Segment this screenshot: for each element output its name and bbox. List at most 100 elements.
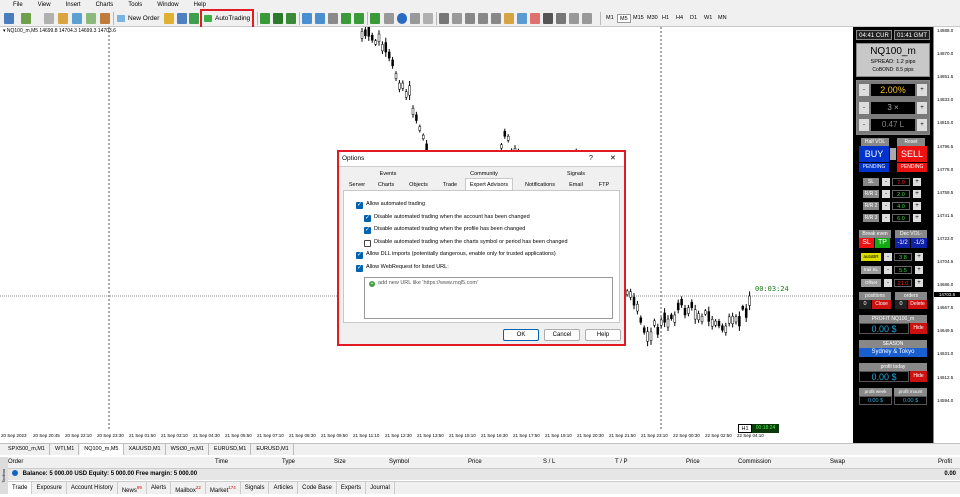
market-icon[interactable]	[164, 13, 174, 24]
dialog-tab[interactable]: Community	[459, 171, 509, 177]
column-header[interactable]: S / L	[543, 459, 555, 465]
terminal-tab-alerts[interactable]: Alerts	[147, 482, 172, 494]
periods-dropdown-icon[interactable]	[410, 13, 420, 24]
url-placeholder[interactable]: add new URL like 'https://www.mql5.com'	[378, 280, 478, 286]
offset-value[interactable]: 21.0	[894, 279, 912, 287]
toolbox-sidebar[interactable]: Toolbox	[0, 457, 8, 494]
autobr-minus[interactable]: -	[884, 253, 892, 261]
menu-file[interactable]: File	[13, 2, 23, 8]
vertical-line-icon[interactable]	[465, 13, 475, 24]
dialog-tab[interactable]: Server	[343, 180, 371, 190]
column-header[interactable]: Time	[215, 459, 228, 465]
menu-view[interactable]: View	[38, 2, 51, 8]
trailsl-minus[interactable]: -	[884, 266, 892, 274]
sl-minus[interactable]: -	[882, 178, 890, 186]
tf-w1[interactable]: W1	[702, 14, 714, 23]
risk-value[interactable]: 2.00%	[871, 84, 915, 96]
offset-plus[interactable]: +	[915, 279, 923, 287]
dialog-tab[interactable]: Email	[563, 180, 589, 190]
tf-m5[interactable]: M5	[617, 14, 631, 23]
column-header[interactable]: Order	[8, 459, 23, 465]
pending-sell-button[interactable]: PENDING	[897, 163, 927, 172]
symbol-tab[interactable]: WSt30_m,M1	[167, 444, 209, 455]
buy-button[interactable]: BUY	[859, 146, 889, 162]
trailsl-toggle[interactable]: trail SL	[861, 266, 881, 274]
tf-m30[interactable]: M30	[645, 14, 660, 23]
rr2-value[interactable]: 4.0	[892, 202, 910, 210]
symbol-tab[interactable]: SPX500_m,M1	[4, 444, 50, 455]
rr1-minus[interactable]: -	[882, 190, 890, 198]
terminal-tab-trade[interactable]: Trade	[8, 482, 33, 494]
be-tp-button[interactable]: TP	[875, 238, 890, 248]
terminal-tab-code-base[interactable]: Code Base	[298, 482, 337, 494]
be-sl-button[interactable]: SL	[859, 238, 874, 248]
option-checkbox[interactable]	[356, 251, 363, 259]
chart-shift-icon[interactable]	[354, 13, 364, 24]
risk-plus[interactable]: +	[917, 84, 927, 96]
symbol-tab[interactable]: NQ100_m,M5	[80, 444, 124, 455]
terminal-tab-market[interactable]: Market174	[206, 482, 241, 494]
fibonacci-icon[interactable]	[517, 13, 527, 24]
risk-minus[interactable]: -	[859, 84, 869, 96]
help-button[interactable]: Help	[585, 329, 621, 341]
hide-profit-button[interactable]: Hide	[910, 323, 927, 334]
tf-m1[interactable]: M1	[604, 14, 616, 23]
delete-orders-button[interactable]: Delete	[908, 300, 927, 309]
ok-button[interactable]: OK	[503, 329, 539, 341]
reset-button[interactable]: Reset	[897, 138, 925, 146]
symbol-tab[interactable]: XAUUSD,M1	[125, 444, 166, 455]
autobr-plus[interactable]: +	[915, 253, 923, 261]
option-checkbox[interactable]	[364, 239, 371, 247]
arrows-icon[interactable]	[569, 13, 579, 24]
column-header[interactable]: Commission	[738, 459, 771, 465]
dec-third-button[interactable]: -1/3	[911, 238, 927, 248]
dialog-tab[interactable]: Events	[369, 171, 407, 177]
rr2-minus[interactable]: -	[882, 202, 890, 210]
menu-tools[interactable]: Tools	[128, 2, 142, 8]
market-watch-icon[interactable]	[44, 13, 54, 24]
text-icon[interactable]	[543, 13, 553, 24]
terminal-tab-signals[interactable]: Signals	[241, 482, 270, 494]
option-checkbox[interactable]	[356, 264, 363, 272]
dialog-tab[interactable]: Expert Advisors	[465, 178, 513, 190]
half-vol-button[interactable]: Half VOL	[861, 138, 889, 146]
column-header[interactable]: Symbol	[389, 459, 409, 465]
trailsl-value[interactable]: 5.5	[894, 266, 912, 274]
tf-mn[interactable]: MN	[716, 14, 729, 23]
dialog-close-icon[interactable]: ✕	[610, 152, 616, 166]
symbol-tab[interactable]: EURUSD,M1	[210, 444, 252, 455]
terminal-tab-journal[interactable]: Journal	[366, 482, 395, 494]
option-checkbox[interactable]	[356, 201, 363, 209]
rr3-plus[interactable]: +	[913, 214, 921, 222]
column-header[interactable]: Price	[686, 459, 700, 465]
terminal-icon[interactable]	[86, 13, 96, 24]
trailsl-plus[interactable]: +	[915, 266, 923, 274]
dialog-tab[interactable]: Signals	[557, 171, 595, 177]
templates-icon[interactable]	[423, 13, 433, 24]
zoom-in-icon[interactable]	[302, 13, 312, 24]
tf-m15[interactable]: M15	[631, 14, 646, 23]
text-label-icon[interactable]	[556, 13, 566, 24]
dialog-tab[interactable]: Objects	[402, 180, 435, 190]
profiles-icon[interactable]	[21, 13, 31, 24]
autoscroll-icon[interactable]	[341, 13, 351, 24]
terminal-tab-news[interactable]: News99	[118, 482, 147, 494]
lots-plus[interactable]: +	[917, 119, 927, 131]
lots-minus[interactable]: -	[859, 119, 869, 131]
mult-plus[interactable]: +	[917, 102, 927, 114]
rr1-value[interactable]: 2.0	[892, 190, 910, 198]
navigator-icon[interactable]	[72, 13, 82, 24]
candlestick-icon[interactable]	[273, 13, 283, 24]
dialog-tab[interactable]: Charts	[371, 180, 401, 190]
hide-today-button[interactable]: Hide	[910, 371, 927, 382]
option-checkbox[interactable]	[364, 226, 371, 234]
dialog-tab[interactable]: Notifications	[516, 180, 564, 190]
trend-line-icon[interactable]	[491, 13, 501, 24]
rr1-plus[interactable]: +	[913, 190, 921, 198]
autobr-toggle[interactable]: autoBR	[861, 253, 881, 261]
terminal-tab-experts[interactable]: Experts	[337, 482, 367, 494]
column-header[interactable]: T / P	[615, 459, 628, 465]
cancel-button[interactable]: Cancel	[544, 329, 580, 341]
line-chart-icon[interactable]	[286, 13, 296, 24]
tf-h4[interactable]: H4	[674, 14, 685, 23]
